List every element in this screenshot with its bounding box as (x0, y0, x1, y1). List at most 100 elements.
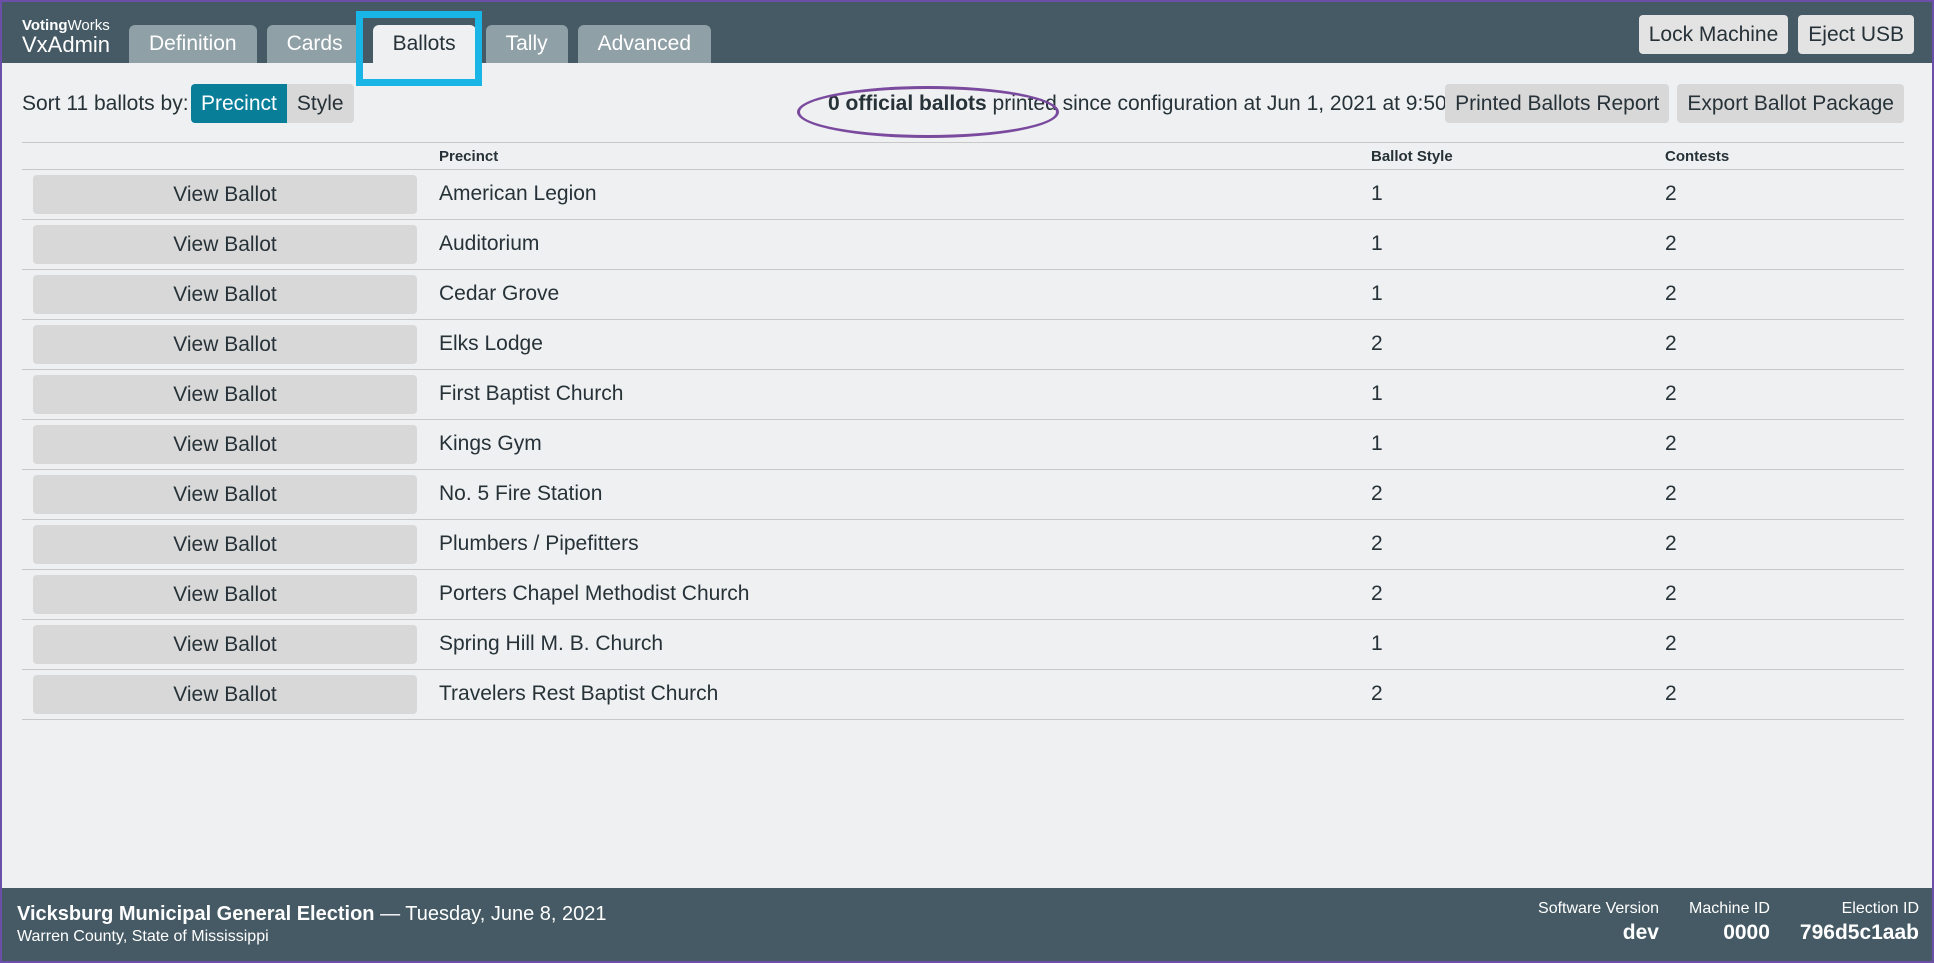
table-row: View Ballot Travelers Rest Baptist Church… (22, 670, 1904, 720)
election-id-label: Election ID (1841, 900, 1919, 917)
tab-advanced[interactable]: Advanced (577, 25, 712, 63)
header-ballot-style: Ballot Style (1371, 148, 1453, 165)
ballot-style-cell: 2 (1371, 332, 1383, 355)
company-name: VotingWorks (22, 18, 110, 33)
header-precinct: Precinct (439, 148, 499, 165)
view-ballot-button[interactable]: View Ballot (33, 575, 417, 614)
contests-cell: 2 (1665, 682, 1677, 705)
product-name: VxAdmin (22, 32, 111, 57)
table-row: View Ballot No. 5 Fire Station 2 2 (22, 470, 1904, 520)
ballot-style-cell: 1 (1371, 632, 1383, 655)
table-row: View Ballot American Legion 1 2 (22, 170, 1904, 220)
view-ballot-button[interactable]: View Ballot (33, 475, 417, 514)
contests-cell: 2 (1665, 632, 1677, 655)
contests-cell: 2 (1665, 182, 1677, 205)
nav-tabs: Definition Cards Ballots Tally Advanced (129, 25, 721, 63)
contests-cell: 2 (1665, 232, 1677, 255)
view-ballot-button[interactable]: View Ballot (33, 375, 417, 414)
ballot-style-cell: 1 (1371, 282, 1383, 305)
tab-cards[interactable]: Cards (266, 25, 363, 63)
ballot-style-cell: 2 (1371, 682, 1383, 705)
software-version: Software Version dev (1538, 900, 1659, 945)
machine-meta: Software Version dev Machine ID 0000 Ele… (1538, 900, 1919, 945)
lock-machine-button[interactable]: Lock Machine (1638, 15, 1789, 54)
table-row: View Ballot Porters Chapel Methodist Chur… (22, 570, 1904, 620)
table-row: View Ballot Spring Hill M. B. Church 1 2 (22, 620, 1904, 670)
jurisdiction: Warren County, State of Mississippi (17, 928, 269, 945)
election-id-value: 796d5c1aab (1799, 921, 1919, 944)
table-body: View Ballot American Legion 1 2 View Ballot A… (22, 170, 1904, 720)
view-ballot-button[interactable]: View Ballot (33, 275, 417, 314)
tab-ballots[interactable]: Ballots (372, 25, 476, 63)
table-row: View Ballot First Baptist Church 1 2 (22, 370, 1904, 420)
precinct-cell: Travelers Rest Baptist Church (439, 682, 719, 705)
software-version-value: dev (1622, 921, 1659, 944)
sort-precinct-button[interactable]: Precinct (191, 84, 287, 123)
header-bar: VotingWorks VxAdmin Definition Cards Bal… (2, 2, 1932, 86)
sort-style-button[interactable]: Style (286, 84, 354, 123)
ballots-toolbar: Sort 11 ballots by: Precinct Style 0 off… (22, 82, 1904, 138)
contests-cell: 2 (1665, 332, 1677, 355)
view-ballot-button[interactable]: View Ballot (33, 525, 417, 564)
table-row: View Ballot Auditorium 1 2 (22, 220, 1904, 270)
machine-id: Machine ID 0000 (1689, 900, 1770, 945)
view-ballot-button[interactable]: View Ballot (33, 625, 417, 664)
ballot-style-cell: 2 (1371, 482, 1383, 505)
precinct-cell: Spring Hill M. B. Church (439, 632, 664, 655)
sort-segmented-control: Precinct Style (191, 84, 354, 123)
precinct-cell: Auditorium (439, 232, 540, 255)
election-title-line: Vicksburg Municipal General Election — T… (17, 903, 607, 926)
header-actions: Lock Machine Eject USB (1638, 15, 1914, 54)
sort-label: Sort 11 ballots by: (22, 92, 189, 115)
contests-cell: 2 (1665, 482, 1677, 505)
ballot-style-cell: 1 (1371, 182, 1383, 205)
printed-count: 0 official ballots (828, 92, 987, 115)
view-ballot-button[interactable]: View Ballot (33, 175, 417, 214)
election-date: — Tuesday, June 8, 2021 (374, 903, 607, 925)
precinct-cell: Kings Gym (439, 432, 542, 455)
ballot-style-cell: 1 (1371, 382, 1383, 405)
view-ballot-button[interactable]: View Ballot (33, 225, 417, 264)
app-window: VotingWorks VxAdmin Definition Cards Bal… (2, 2, 1932, 961)
toolbar-actions: Printed Ballots Report Export Ballot Pac… (1445, 84, 1904, 123)
contests-cell: 2 (1665, 282, 1677, 305)
printed-status-text: 0 official ballots printed since configu… (828, 92, 1482, 116)
brand-logo: VotingWorks VxAdmin (22, 18, 110, 56)
eject-usb-button[interactable]: Eject USB (1798, 15, 1914, 54)
contests-cell: 2 (1665, 532, 1677, 555)
machine-id-value: 0000 (1723, 921, 1770, 944)
machine-id-label: Machine ID (1688, 900, 1770, 917)
ballot-style-cell: 2 (1371, 582, 1383, 605)
ballot-style-cell: 1 (1371, 232, 1383, 255)
contests-cell: 2 (1665, 382, 1677, 405)
software-version-label: Software Version (1538, 900, 1659, 917)
table-row: View Ballot Kings Gym 1 2 (22, 420, 1904, 470)
view-ballot-button[interactable]: View Ballot (33, 675, 417, 714)
contests-cell: 2 (1665, 582, 1677, 605)
header-contests: Contests (1665, 148, 1730, 165)
table-header: Precinct Ballot Style Contests (22, 142, 1904, 170)
election-title: Vicksburg Municipal General Election (17, 903, 375, 925)
election-id: Election ID 796d5c1aab (1800, 900, 1919, 945)
tab-definition[interactable]: Definition (129, 25, 257, 63)
precinct-cell: American Legion (439, 182, 597, 205)
footer-bar: Vicksburg Municipal General Election — T… (2, 888, 1932, 961)
table-row: View Ballot Elks Lodge 2 2 (22, 320, 1904, 370)
precinct-cell: Plumbers / Pipefitters (439, 532, 639, 555)
tab-tally[interactable]: Tally (485, 25, 568, 63)
table-row: View Ballot Plumbers / Pipefitters 2 2 (22, 520, 1904, 570)
export-ballot-package-button[interactable]: Export Ballot Package (1677, 84, 1904, 123)
printed-status-rest: printed since configuration at Jun 1, 20… (986, 92, 1482, 115)
precinct-cell: Cedar Grove (439, 282, 560, 305)
precinct-cell: Elks Lodge (439, 332, 543, 355)
contests-cell: 2 (1665, 432, 1677, 455)
printed-ballots-report-button[interactable]: Printed Ballots Report (1445, 84, 1670, 123)
ballot-style-cell: 1 (1371, 432, 1383, 455)
ballots-table: Precinct Ballot Style Contests View Ball… (22, 142, 1904, 720)
precinct-cell: No. 5 Fire Station (439, 482, 603, 505)
ballot-style-cell: 2 (1371, 532, 1383, 555)
precinct-cell: Porters Chapel Methodist Church (439, 582, 750, 605)
table-row: View Ballot Cedar Grove 1 2 (22, 270, 1904, 320)
view-ballot-button[interactable]: View Ballot (33, 425, 417, 464)
view-ballot-button[interactable]: View Ballot (33, 325, 417, 364)
